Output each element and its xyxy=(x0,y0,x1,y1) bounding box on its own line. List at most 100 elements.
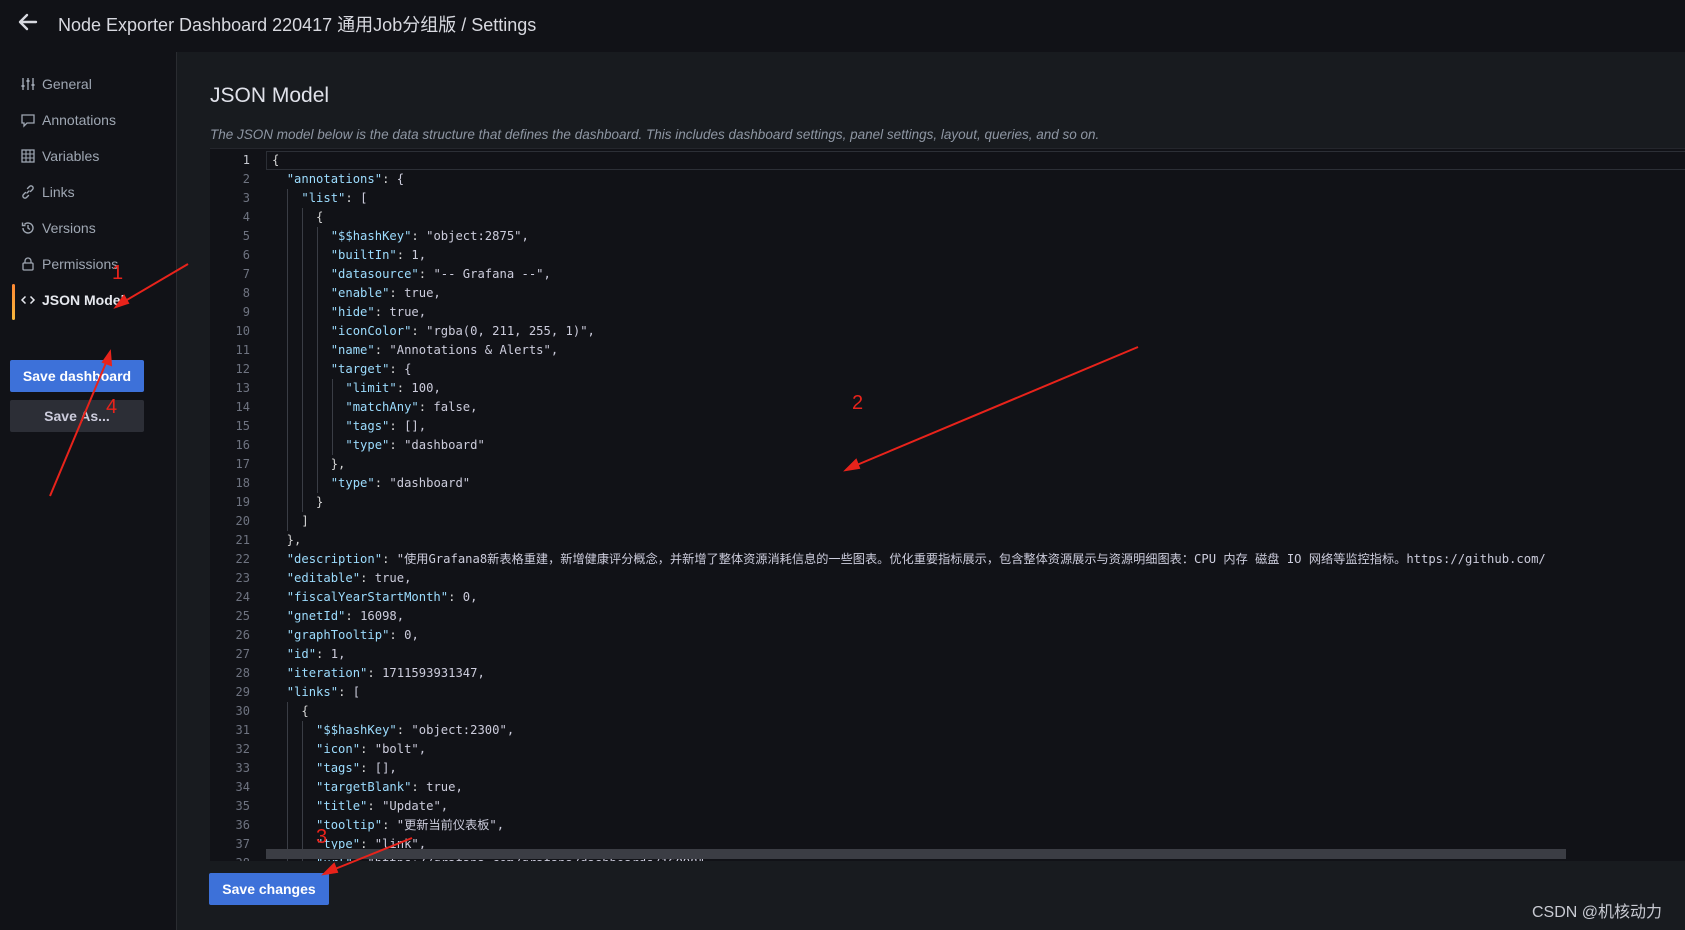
indent-guide xyxy=(302,379,303,398)
indent-guide xyxy=(302,227,303,246)
line-number: 19 xyxy=(235,495,250,509)
line-number: 7 xyxy=(242,267,250,281)
indent-guide xyxy=(317,436,318,455)
comment-icon xyxy=(21,114,35,128)
line-number: 15 xyxy=(235,419,250,433)
indent-guide xyxy=(302,246,303,265)
indent-guide xyxy=(317,303,318,322)
settings-content: JSON Model The JSON model below is the d… xyxy=(176,52,1685,930)
indent-guide xyxy=(302,303,303,322)
code-line: "builtIn": 1, xyxy=(330,248,427,262)
indent-guide xyxy=(302,816,303,835)
line-number: 18 xyxy=(235,476,250,490)
code-line: "fiscalYearStartMonth": 0, xyxy=(286,590,478,604)
grid-icon xyxy=(21,149,35,163)
indent-guide xyxy=(317,455,318,474)
sidebar-item-general[interactable]: General xyxy=(20,72,92,96)
sidebar-item-annotations[interactable]: Annotations xyxy=(20,108,116,132)
save-dashboard-button[interactable]: Save dashboard xyxy=(10,360,144,392)
line-number: 9 xyxy=(242,305,250,319)
line-number: 27 xyxy=(235,647,250,661)
line-number: 2 xyxy=(242,172,250,186)
indent-guide xyxy=(287,322,288,341)
code-line: { xyxy=(272,704,309,718)
code-line: "graphTooltip": 0, xyxy=(286,628,419,642)
sidebar-item-variables[interactable]: Variables xyxy=(20,144,99,168)
horizontal-scrollbar[interactable] xyxy=(266,849,1566,859)
code-line: "iconColor": "rgba(0, 211, 255, 1)", xyxy=(330,324,595,338)
line-number: 26 xyxy=(235,628,250,642)
indent-guide xyxy=(287,778,288,797)
code-line: "tags": [], xyxy=(345,419,427,433)
line-number: 29 xyxy=(235,685,250,699)
sidebar-item-label: Versions xyxy=(42,220,96,236)
indent-guide xyxy=(287,512,288,531)
code-line: "tooltip": "更新当前仪表板", xyxy=(316,818,505,832)
json-code-editor[interactable]: 1 2 3 4 5 6 7 8 9 10 11 12 13 14 15 16 17 18 19 20 21 22 23 24 2… xyxy=(210,148,1685,861)
indent-guide xyxy=(302,322,303,341)
line-number: 14 xyxy=(235,400,250,414)
line-number: 34 xyxy=(235,780,250,794)
save-as-button[interactable]: Save As... xyxy=(10,400,144,432)
line-number: 4 xyxy=(242,210,250,224)
indent-guide xyxy=(317,360,318,379)
line-number: 28 xyxy=(235,666,250,680)
sidebar-item-label: General xyxy=(42,76,92,92)
code-line: "type": "dashboard" xyxy=(345,438,485,452)
indent-guide xyxy=(317,227,318,246)
line-number: 20 xyxy=(235,514,250,528)
lock-icon xyxy=(22,257,34,271)
indent-guide xyxy=(317,379,318,398)
sidebar-item-versions[interactable]: Versions xyxy=(20,216,96,240)
indent-guide xyxy=(302,208,303,227)
code-line: "tags": [], xyxy=(316,761,397,775)
indent-guide xyxy=(287,303,288,322)
line-number-gutter: 1 2 3 4 5 6 7 8 9 10 11 12 13 14 15 16 17 18 19 20 21 22 23 24 2… xyxy=(210,149,266,861)
top-bar: Node Exporter Dashboard 220417 通用Job分组版 … xyxy=(0,0,1685,44)
annotation-label-4: 4 xyxy=(106,396,118,418)
code-line: "hide": true, xyxy=(330,305,427,319)
indent-guide xyxy=(317,417,318,436)
indent-guide xyxy=(317,398,318,417)
indent-guide xyxy=(287,417,288,436)
link-icon xyxy=(22,185,34,199)
save-changes-button[interactable]: Save changes xyxy=(209,873,329,905)
line-number: 35 xyxy=(235,799,250,813)
code-line: { xyxy=(272,210,324,224)
code-line: "description": "使用Grafana8新表格重建，新增健康评分概念… xyxy=(286,552,1546,566)
active-indicator xyxy=(12,284,15,320)
indent-guide xyxy=(287,740,288,759)
sidebar-item-permissions[interactable]: Permissions xyxy=(20,252,118,276)
sidebar-item-json-model[interactable]: JSON Model xyxy=(20,288,124,312)
indent-guide xyxy=(302,721,303,740)
line-number: 8 xyxy=(242,286,250,300)
line-number: 38 xyxy=(210,854,250,861)
code-line: "$$hashKey": "object:2300", xyxy=(316,723,515,737)
line-number: 30 xyxy=(235,704,250,718)
code-line: "limit": 100, xyxy=(345,381,441,395)
line-number: 16 xyxy=(235,438,250,452)
indent-guide xyxy=(302,360,303,379)
indent-guide xyxy=(302,455,303,474)
sidebar-item-links[interactable]: Links xyxy=(20,180,75,204)
indent-guide xyxy=(287,360,288,379)
indent-guide xyxy=(317,265,318,284)
line-number: 22 xyxy=(235,552,250,566)
sidebar-item-label: Permissions xyxy=(42,256,119,272)
indent-guide xyxy=(332,417,333,436)
indent-guide xyxy=(302,417,303,436)
code-area[interactable]: { "annotations": { "list": [ { "$$hashKe… xyxy=(266,149,1685,861)
code-icon xyxy=(20,295,36,305)
annotation-label-2: 2 xyxy=(852,392,864,414)
indent-guide xyxy=(302,474,303,493)
arrow-left-icon[interactable] xyxy=(16,10,40,34)
code-line: ] xyxy=(272,514,309,528)
code-line: "icon": "bolt", xyxy=(316,742,427,756)
indent-guide xyxy=(287,398,288,417)
line-number: 13 xyxy=(235,381,250,395)
indent-guide xyxy=(287,227,288,246)
indent-guide xyxy=(287,246,288,265)
code-line: }, xyxy=(272,533,302,547)
line-number: 21 xyxy=(235,533,250,547)
section-title: JSON Model xyxy=(210,84,330,107)
